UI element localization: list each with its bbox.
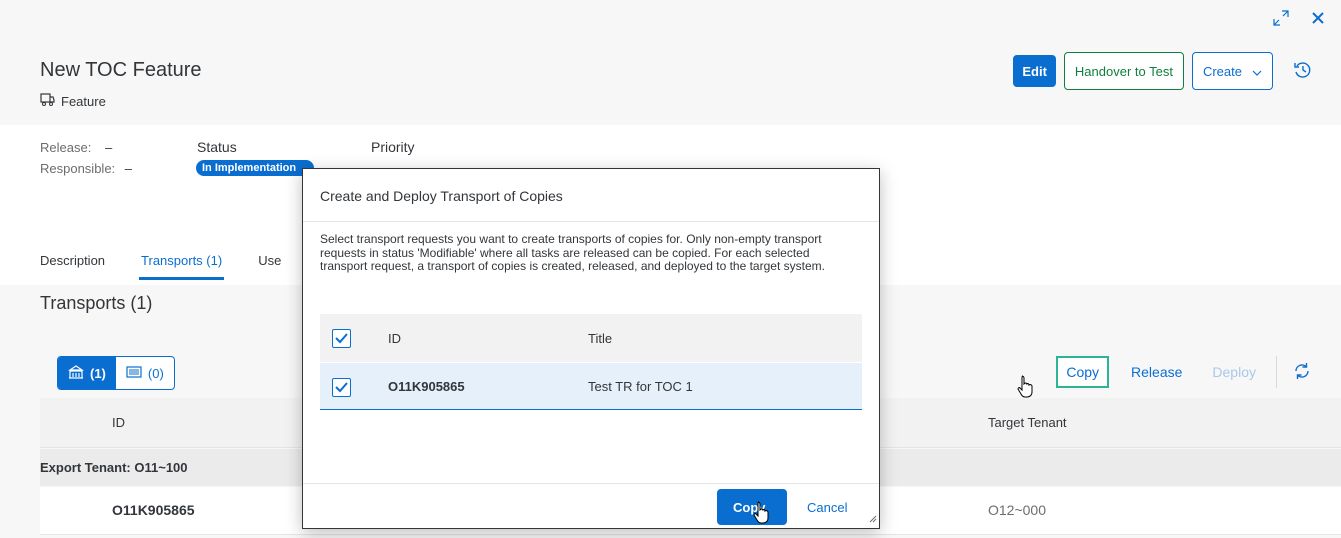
copy-button-label: Copy bbox=[1066, 364, 1100, 380]
column-id: ID bbox=[112, 415, 125, 430]
release-button[interactable]: Release bbox=[1131, 364, 1182, 380]
dialog-row-title: Test TR for TOC 1 bbox=[588, 379, 693, 394]
row-target-tenant: O12~000 bbox=[988, 502, 1046, 518]
hand-cursor-icon bbox=[1016, 374, 1036, 401]
history-icon[interactable] bbox=[1293, 60, 1313, 83]
pointer-cursor-icon bbox=[752, 500, 772, 527]
section-title: Transports (1) bbox=[40, 293, 153, 313]
dialog-column-id: ID bbox=[388, 331, 401, 346]
tab-transports[interactable]: Transports (1) bbox=[139, 253, 225, 280]
tab-bar: Description Transports (1) Use bbox=[40, 253, 281, 280]
create-toc-dialog: Create and Deploy Transport of Copies Se… bbox=[302, 168, 880, 529]
refresh-icon[interactable] bbox=[1293, 362, 1311, 383]
release-field: Release: – bbox=[40, 140, 112, 155]
column-target-tenant: Target Tenant bbox=[988, 415, 1067, 430]
tab-use[interactable]: Use bbox=[258, 253, 281, 268]
dialog-cancel-button[interactable]: Cancel bbox=[807, 500, 847, 515]
create-button[interactable]: Create bbox=[1191, 52, 1273, 90]
dialog-row-id: O11K905865 bbox=[388, 379, 465, 394]
view-segmented-button: (1) (0) bbox=[57, 356, 175, 390]
feature-icon bbox=[40, 93, 55, 109]
dialog-footer: Copy Cancel bbox=[303, 483, 879, 528]
page-title: New TOC Feature bbox=[40, 59, 202, 81]
tab-description[interactable]: Description bbox=[40, 253, 105, 268]
dialog-title: Create and Deploy Transport of Copies bbox=[303, 169, 879, 222]
window-controls bbox=[1273, 10, 1325, 26]
dialog-table-header: ID Title bbox=[320, 314, 862, 362]
resize-handle-icon[interactable] bbox=[869, 510, 877, 526]
building-icon bbox=[68, 364, 84, 382]
edit-button[interactable]: Edit bbox=[1013, 55, 1056, 87]
handover-button[interactable]: Handover to Test bbox=[1063, 52, 1184, 90]
segment-import[interactable]: (0) bbox=[116, 357, 174, 389]
copy-button[interactable]: Copy bbox=[1056, 356, 1110, 388]
object-type-label: Feature bbox=[61, 93, 106, 109]
segment-import-label: (0) bbox=[147, 365, 164, 381]
select-all-checkbox[interactable] bbox=[332, 329, 351, 348]
toolbar-separator bbox=[1276, 356, 1277, 388]
release-label: Release: bbox=[40, 140, 92, 155]
status-badge: In Implementation bbox=[196, 160, 314, 176]
server-icon bbox=[126, 365, 142, 381]
release-value: – bbox=[104, 140, 113, 155]
deploy-button[interactable]: Deploy bbox=[1212, 364, 1256, 380]
responsible-field: Responsible: – bbox=[40, 161, 132, 176]
row-checkbox[interactable] bbox=[332, 378, 351, 397]
group-label: Export Tenant: O11~100 bbox=[40, 460, 188, 475]
dialog-description: Select transport requests you want to cr… bbox=[320, 232, 825, 273]
segment-export[interactable]: (1) bbox=[58, 357, 116, 389]
table-toolbar: Copy Release Deploy bbox=[1056, 356, 1311, 388]
segment-export-label: (1) bbox=[90, 365, 106, 381]
header-actions: Edit Handover to Test Create bbox=[1013, 52, 1313, 90]
responsible-label: Responsible: bbox=[40, 161, 116, 176]
close-icon[interactable] bbox=[1311, 11, 1325, 25]
dialog-column-title: Title bbox=[588, 331, 613, 346]
create-button-label: Create bbox=[1202, 63, 1242, 79]
object-type: Feature bbox=[40, 93, 106, 109]
dialog-table-row[interactable]: O11K905865 Test TR for TOC 1 bbox=[320, 363, 862, 410]
status-label: Status bbox=[197, 139, 237, 155]
priority-label: Priority bbox=[371, 139, 415, 155]
row-id: O11K905865 bbox=[112, 502, 195, 518]
expand-icon[interactable] bbox=[1273, 10, 1289, 26]
chevron-down-icon bbox=[1252, 64, 1262, 79]
responsible-value: – bbox=[124, 161, 133, 176]
